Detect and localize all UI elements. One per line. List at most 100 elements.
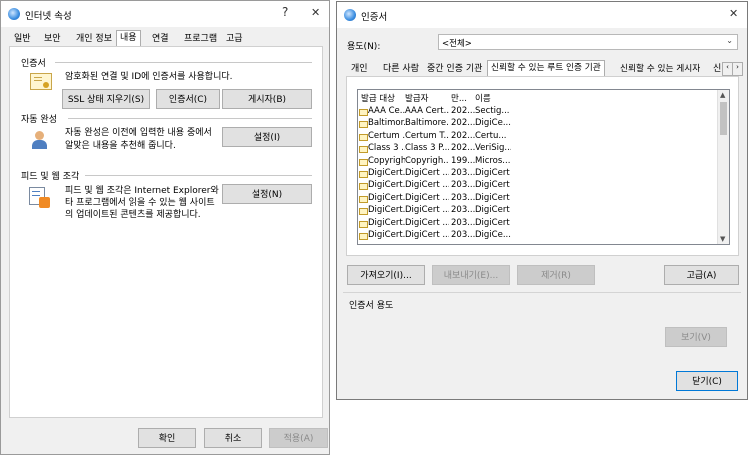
tab-trusted-publishers[interactable]: 신뢰할 수 있는 게시자 [617,62,703,77]
apply-button[interactable]: 적용(A) [269,428,328,448]
table-cell: DigiCert... [368,230,405,240]
table-cell: Class 3 P... [405,143,449,154]
tab-advanced[interactable]: 고급 [223,32,246,47]
cert-window-title: 인증서 [361,12,388,23]
table-cell: DigiCert [475,168,510,178]
scroll-up-icon[interactable]: ▲ [720,91,725,99]
column-expires[interactable]: 만... [451,92,475,104]
column-issued-to[interactable]: 발급 대상 [361,92,405,104]
table-cell: 202... [451,130,475,141]
window-title: 인터넷 속성 [25,11,72,22]
purposes-label: 인증서 용도 [349,301,394,311]
scrollbar-thumb[interactable] [720,102,727,135]
tab-privacy[interactable]: 개인 정보 [73,32,115,47]
table-cell: 203... [451,230,475,240]
certificate-icon [359,133,368,141]
publishers-button[interactable]: 게시자(B) [222,89,312,109]
tab-other-people[interactable]: 다른 사람 [380,62,422,77]
content-panel: 인증서 암호화된 연결 및 ID에 인증서를 사용합니다. SSL 상태 지우기… [9,46,323,418]
certificate-icon [30,73,52,90]
table-cell: 202... [451,143,475,154]
table-cell: Certum T... [405,130,449,141]
purposes-group: 인증서 용도 보기(V) [343,292,741,359]
table-cell: 203... [451,168,475,178]
export-button[interactable]: 내보내기(E)... [432,265,510,285]
certificate-icon [359,183,368,191]
advanced-button[interactable]: 고급(A) [664,265,739,285]
table-cell: Micros... [475,155,511,166]
column-friendly-name[interactable]: 이름 [475,92,511,104]
scroll-down-icon[interactable]: ▼ [720,235,725,243]
table-cell: DigiCe... [475,230,511,240]
certificate-icon [359,195,368,203]
purpose-value: <전체> [442,39,472,49]
cancel-button[interactable]: 취소 [204,428,262,448]
table-cell: VeriSig... [475,143,511,154]
autocomplete-line1: 자동 완성은 이전에 입력한 내용 중에서 [65,128,212,138]
remove-button[interactable]: 제거(R) [517,265,595,285]
import-button[interactable]: 가져오기(I)... [347,265,425,285]
cert-tab-strip: 개인 다른 사람 중간 인증 기관 신뢰할 수 있는 루트 인증 기관 신뢰할 … [346,60,743,78]
feeds-heading: 피드 및 웹 조각 [21,172,80,182]
ssl-clear-button[interactable]: SSL 상태 지우기(S) [62,89,150,109]
table-cell: DigiCert ... [405,192,449,203]
certificates-description: 암호화된 연결 및 ID에 인증서를 사용합니다. [65,72,233,82]
tab-intermediate-ca[interactable]: 중간 인증 기관 [424,62,485,77]
view-button[interactable]: 보기(V) [665,327,727,347]
table-cell: 199... [451,155,475,166]
close-icon[interactable]: ✕ [311,6,320,19]
certificate-icon [359,121,368,129]
close-icon[interactable]: ✕ [729,7,738,20]
tab-security[interactable]: 보안 [41,32,64,47]
internet-options-window: 인터넷 속성 ? ✕ 일반 보안 개인 정보 내용 연결 프로그램 고급 인증서… [0,0,330,455]
certificate-icon [359,220,368,228]
help-button[interactable]: ? [282,5,288,19]
table-cell: 203... [451,217,475,228]
tab-personal[interactable]: 개인 [348,62,371,77]
table-cell: DigiCert ... [405,205,449,216]
table-cell: AAA Ce... [368,106,405,116]
autocomplete-heading: 자동 완성 [21,115,57,125]
certificate-icon [359,171,368,178]
cert-tab-panel: 발급 대상 발급자 만... 이름 AAA Ce... AAA Cert... 20… [346,76,739,256]
tab-scroll-right-icon[interactable]: › [732,62,743,76]
table-cell: AAA Cert... [405,106,449,116]
table-cell: DigiCert... [368,205,405,216]
list-header: 발급 대상 발급자 만... 이름 [358,92,729,104]
certificates-button[interactable]: 인증서(C) [156,89,220,109]
table-cell: DigiCert... [368,217,405,228]
table-cell: Certum ... [368,130,405,141]
list-body: AAA Ce... AAA Cert... 202... Sectig... Balti… [358,106,718,244]
table-cell: 202... [451,118,475,129]
autocomplete-icon [32,131,48,149]
certificate-icon [359,146,368,154]
close-button[interactable]: 닫기(C) [676,371,738,391]
table-cell: DigiCert ... [405,230,449,240]
feeds-line3: 의 업데이트된 콘텐츠를 제공합니다. [65,210,201,220]
autocomplete-settings-button[interactable]: 설정(I) [222,127,312,147]
tab-connections[interactable]: 연결 [149,32,172,47]
ok-button[interactable]: 확인 [138,428,196,448]
tab-programs[interactable]: 프로그램 [181,32,220,47]
tab-general[interactable]: 일반 [11,32,34,47]
table-cell: Sectig... [475,106,510,116]
table-cell: 203... [451,180,475,191]
table-cell: DigiCert... [368,168,405,178]
table-cell: DigiCert [475,217,510,228]
tab-strip: 일반 보안 개인 정보 내용 연결 프로그램 고급 [9,30,323,48]
column-issued-by[interactable]: 발급자 [405,92,449,104]
table-cell: Class 3 ... [368,143,405,154]
purpose-select[interactable]: <전체> ⌄ [438,34,738,50]
table-cell: 203... [451,205,475,216]
internet-explorer-icon [344,9,356,21]
table-cell: DigiCert [475,205,510,216]
title-bar: 인터넷 속성 ? ✕ [1,1,329,27]
vertical-scrollbar[interactable]: ▲ ▼ [717,90,729,244]
certificate-list[interactable]: 발급 대상 발급자 만... 이름 AAA Ce... AAA Cert... 20… [357,89,730,245]
table-cell: 202... [451,106,475,116]
feeds-settings-button[interactable]: 설정(N) [222,184,312,204]
table-cell: DigiCert... [368,180,405,191]
certificate-icon [359,158,368,166]
table-cell: DigiCert ... [405,180,449,191]
chevron-down-icon: ⌄ [726,36,733,45]
